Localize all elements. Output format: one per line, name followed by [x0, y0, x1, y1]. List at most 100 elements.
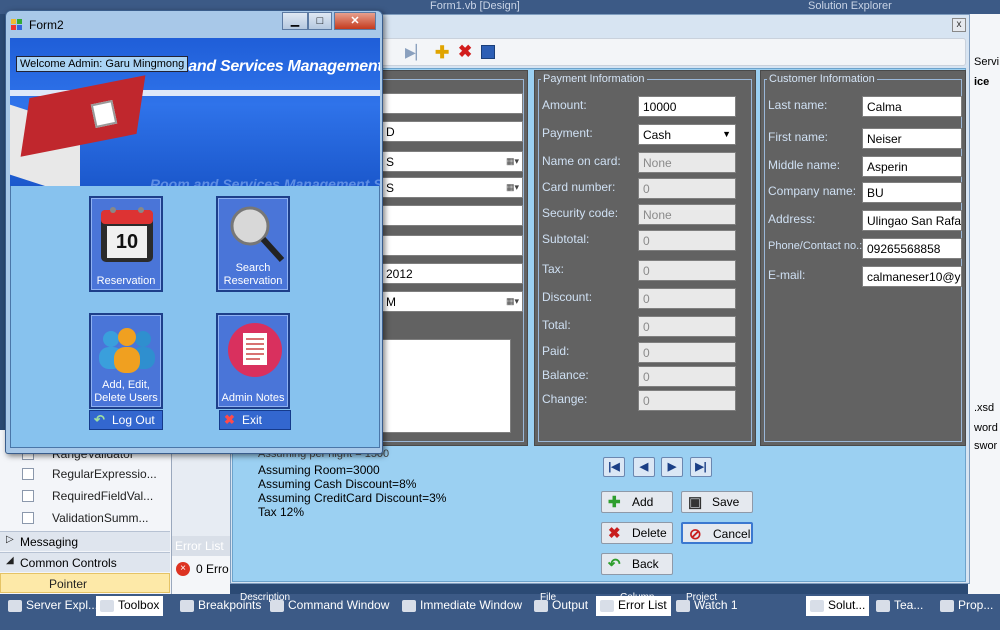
tile-label: Add, Edit, Delete Users: [94, 379, 158, 404]
calendar-dropdown-icon[interactable]: ▦▾: [506, 296, 519, 307]
reservation-notes-textarea[interactable]: [381, 339, 511, 433]
add-new-icon[interactable]: ✚: [435, 43, 449, 63]
toolbox-item-pointer[interactable]: Pointer: [0, 573, 170, 593]
delete-icon[interactable]: ✖: [458, 42, 472, 62]
logout-button[interactable]: ↶ Log Out: [89, 410, 163, 430]
save-button[interactable]: ▣ Save: [681, 491, 753, 513]
minimize-icon[interactable]: ▁: [282, 12, 308, 30]
tab-solution-explorer[interactable]: Solut...: [806, 596, 870, 616]
payment-field-input[interactable]: 0: [638, 260, 736, 281]
toolbox-category-messaging[interactable]: ▷ Messaging: [0, 531, 170, 551]
delete-button[interactable]: ✖ Delete: [601, 522, 673, 544]
payment-field-label: Paid:: [542, 344, 570, 358]
add-button[interactable]: ✚ Add: [601, 491, 673, 513]
payment-field-input[interactable]: 0: [638, 288, 736, 309]
payment-field-input[interactable]: 0: [638, 390, 736, 411]
ide-document-tab-text[interactable]: Form1.vb [Design]: [430, 0, 520, 12]
tab-properties[interactable]: Prop...: [936, 596, 997, 616]
maximize-icon[interactable]: □: [308, 12, 332, 30]
payment-field-input[interactable]: None: [638, 204, 736, 225]
error-icon: ×: [176, 562, 190, 576]
save-icon[interactable]: [481, 45, 495, 59]
error-count-button[interactable]: 0 Erro: [196, 562, 229, 576]
right-panel-text: swor: [974, 440, 998, 452]
cancel-icon: ⊘: [689, 526, 702, 543]
grid-header: Project: [686, 592, 718, 603]
customer-field-input[interactable]: Ulingao San Rafael: [862, 210, 962, 231]
exit-button[interactable]: ✖ Exit: [219, 410, 291, 430]
validator-icon: [22, 490, 34, 502]
tab-immediate-window[interactable]: Immediate Window: [398, 596, 526, 616]
tab-toolbox[interactable]: Toolbox: [96, 596, 164, 616]
payment-field-input[interactable]: 0: [638, 230, 736, 251]
manage-users-tile-button[interactable]: Add, Edit, Delete Users: [89, 313, 163, 409]
customer-field-label: Company name:: [768, 184, 857, 198]
ide-right-panel: Servi ice .xsd word swor: [968, 14, 1000, 594]
exit-x-icon: ✖: [224, 412, 235, 427]
reservation-field[interactable]: [381, 205, 523, 226]
notes-icon: [228, 323, 282, 377]
banner-subtitle: Room and Services Management S: [150, 176, 380, 186]
move-last-icon[interactable]: ▶▏: [405, 44, 427, 61]
payment-field-input[interactable]: None: [638, 152, 736, 173]
payment-field-input[interactable]: 0: [638, 316, 736, 337]
house-roof-logo: [20, 75, 146, 157]
first-record-button[interactable]: |◀: [603, 457, 625, 477]
reservation-combo[interactable]: M ▦▾: [381, 291, 523, 312]
toolbox-item[interactable]: RegularExpressio...: [0, 464, 170, 484]
payment-field-input[interactable]: 0: [638, 342, 736, 363]
payment-field-label: Security code:: [542, 206, 619, 220]
reservation-field[interactable]: [381, 235, 523, 256]
last-record-button[interactable]: ▶|: [690, 457, 712, 477]
server-icon: [8, 600, 22, 612]
back-button[interactable]: ↶ Back: [601, 553, 673, 575]
customer-legend: Customer Information: [767, 73, 877, 85]
dropdown-arrow-icon[interactable]: ▼: [722, 129, 731, 139]
customer-field-label: E-mail:: [768, 268, 806, 282]
toolbox-item[interactable]: ValidationSumm...: [0, 508, 170, 528]
reservation-combo[interactable]: S ▦▾: [381, 151, 523, 172]
payment-field-input[interactable]: 10000: [638, 96, 736, 117]
next-record-button[interactable]: ▶: [661, 457, 683, 477]
payment-field-input[interactable]: Cash ▼: [638, 124, 736, 145]
tab-team[interactable]: Tea...: [872, 596, 927, 616]
toolbox-item[interactable]: RequiredFieldVal...: [0, 486, 170, 506]
payment-field-label: Amount:: [542, 98, 587, 112]
toolbox-icon: [100, 600, 114, 612]
admin-notes-tile-button[interactable]: Admin Notes: [216, 313, 290, 409]
payment-field-label: Name on card:: [542, 154, 621, 168]
customer-field-input[interactable]: calmaneser10@yah: [862, 266, 962, 287]
customer-field-input[interactable]: 09265568858: [862, 238, 962, 259]
payment-field-input[interactable]: 0: [638, 178, 736, 199]
payment-field-input[interactable]: 0: [638, 366, 736, 387]
solution-icon: [810, 600, 824, 612]
customer-field-label: First name:: [768, 130, 829, 144]
note-line: Tax 12%: [258, 505, 305, 519]
note-line: Assuming Room=3000: [258, 463, 380, 477]
note-line: Assuming Cash Discount=8%: [258, 477, 417, 491]
reservation-field[interactable]: D: [381, 121, 523, 142]
calendar-dropdown-icon[interactable]: ▦▾: [506, 156, 519, 167]
error-list-icon: [600, 600, 614, 612]
reservation-date-field[interactable]: 2012: [381, 263, 523, 284]
magnifier-icon: [230, 206, 285, 263]
customer-field-input[interactable]: BU: [862, 182, 962, 203]
reservation-tile-button[interactable]: 10 Reservation: [89, 196, 163, 292]
customer-field-input[interactable]: Asperin: [862, 156, 962, 177]
calendar-dropdown-icon[interactable]: ▦▾: [506, 182, 519, 193]
validator-icon: [22, 512, 34, 524]
previous-record-button[interactable]: ◀: [633, 457, 655, 477]
toolbox-category-common-controls[interactable]: ◢ Common Controls: [0, 552, 170, 572]
close-icon[interactable]: ✕: [334, 12, 376, 30]
customer-field-input[interactable]: Calma: [862, 96, 962, 117]
calendar-icon: 10: [101, 207, 153, 262]
error-list-title: Error List: [175, 539, 224, 553]
search-reservation-tile-button[interactable]: Search Reservation: [216, 196, 290, 292]
tab-server-explorer[interactable]: Server Expl...: [4, 596, 102, 616]
reservation-field[interactable]: [381, 93, 523, 114]
close-icon[interactable]: x: [952, 18, 966, 32]
payment-field-label: Payment:: [542, 126, 593, 140]
reservation-combo[interactable]: S ▦▾: [381, 177, 523, 198]
cancel-button[interactable]: ⊘ Cancel: [681, 522, 753, 544]
customer-field-input[interactable]: Neiser: [862, 128, 962, 149]
